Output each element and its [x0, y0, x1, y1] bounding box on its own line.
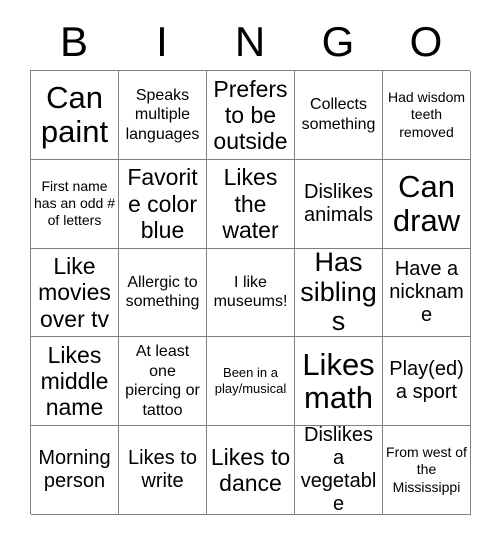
bingo-cell-r2c5[interactable]: Can draw	[383, 159, 471, 249]
bingo-cell-label: At least one piercing or tattoo	[125, 343, 200, 419]
bingo-cell-r4c5[interactable]: Play(ed) a sport	[383, 337, 471, 427]
bingo-cell-label: Allergic to something	[125, 273, 200, 311]
bingo-cell-label: Likes math	[302, 346, 375, 416]
bingo-cell-r4c2[interactable]: At least one piercing or tattoo	[119, 337, 207, 427]
bingo-cell-label: Can draw	[392, 169, 461, 238]
bingo-cell-r4c4[interactable]: Likes math	[295, 337, 383, 427]
bingo-cell-label: Likes the water	[222, 164, 279, 243]
bingo-cell-label: Collects something	[301, 96, 376, 133]
bingo-cell-r1c2[interactable]: Speaks multiple languages	[119, 71, 207, 160]
bingo-cell-r5c5[interactable]: From west of the Mississippi	[383, 426, 471, 515]
bingo-cell-r2c2[interactable]: Favorite color blue	[119, 159, 207, 249]
bingo-cell-r3c3[interactable]: I like museums!	[207, 248, 295, 338]
bingo-cell-label: Prefers to be outside	[213, 75, 288, 154]
bingo-cell-r2c1[interactable]: First name has an odd # of letters	[31, 159, 119, 249]
bingo-cell-label: From west of the Mississippi	[386, 444, 467, 495]
bingo-header-letter-b: B	[59, 18, 88, 65]
bingo-cell-r2c4[interactable]: Dislikes animals	[295, 159, 383, 249]
bingo-cell-r4c1[interactable]: Likes middle name	[31, 337, 119, 427]
bingo-cell-label: Play(ed) a sport	[389, 358, 464, 404]
bingo-cell-r3c1[interactable]: Like movies over tv	[31, 248, 119, 338]
bingo-header-letter-n: N	[234, 18, 266, 65]
bingo-cell-label: Likes to write	[128, 446, 197, 493]
bingo-cell-r5c3[interactable]: Likes to dance	[207, 426, 295, 515]
bingo-cell-label: Like movies over tv	[38, 253, 111, 332]
bingo-cell-label: First name has an odd # of letters	[34, 177, 115, 229]
bingo-header-letter-o: O	[409, 18, 443, 65]
bingo-cell-label: Speaks multiple languages	[125, 86, 200, 143]
bingo-cell-label: Has siblings	[300, 248, 377, 337]
bingo-cell-r3c2[interactable]: Allergic to something	[119, 248, 207, 338]
bingo-cell-label: Dislikes a vegetable	[300, 426, 377, 515]
bingo-cell-r1c5[interactable]: Had wisdom teeth removed	[383, 71, 471, 160]
bingo-header-letter-g: G	[321, 18, 355, 65]
bingo-cell-label: Dislikes animals	[304, 180, 373, 226]
bingo-cell-r5c2[interactable]: Likes to write	[119, 426, 207, 515]
bingo-cell-r3c4[interactable]: Has siblings	[295, 248, 383, 338]
bingo-cell-r1c3[interactable]: Prefers to be outside	[207, 71, 295, 160]
bingo-header-row: B I N G O	[30, 14, 470, 70]
bingo-cell-label: Have a nickname	[389, 257, 464, 327]
bingo-cell-r2c3[interactable]: Likes the water	[207, 159, 295, 249]
bingo-cell-label: Morning person	[38, 446, 111, 493]
bingo-cell-r1c4[interactable]: Collects something	[295, 71, 383, 160]
bingo-cell-r5c4[interactable]: Dislikes a vegetable	[295, 426, 383, 515]
bingo-cell-label: Had wisdom teeth removed	[387, 88, 466, 140]
bingo-cell-label: I like museums!	[213, 273, 288, 311]
bingo-cell-r5c1[interactable]: Morning person	[31, 426, 119, 515]
bingo-cell-label: Likes to dance	[210, 443, 291, 497]
bingo-card: B I N G O Can paint Speaks multiple lang…	[0, 0, 500, 544]
bingo-cell-label: Favorite color blue	[127, 164, 198, 243]
bingo-cell-label: Can paint	[40, 80, 109, 149]
bingo-cell-r1c1[interactable]: Can paint	[31, 71, 119, 160]
bingo-header-letter-i: I	[156, 18, 168, 65]
bingo-cell-r4c3[interactable]: Been in a play/musical	[207, 337, 295, 427]
bingo-cell-label: Likes middle name	[40, 341, 109, 421]
bingo-cell-r3c5[interactable]: Have a nickname	[383, 248, 471, 338]
bingo-cell-label: Been in a play/musical	[214, 365, 287, 397]
bingo-grid: Can paint Speaks multiple languages Pref…	[30, 70, 471, 515]
